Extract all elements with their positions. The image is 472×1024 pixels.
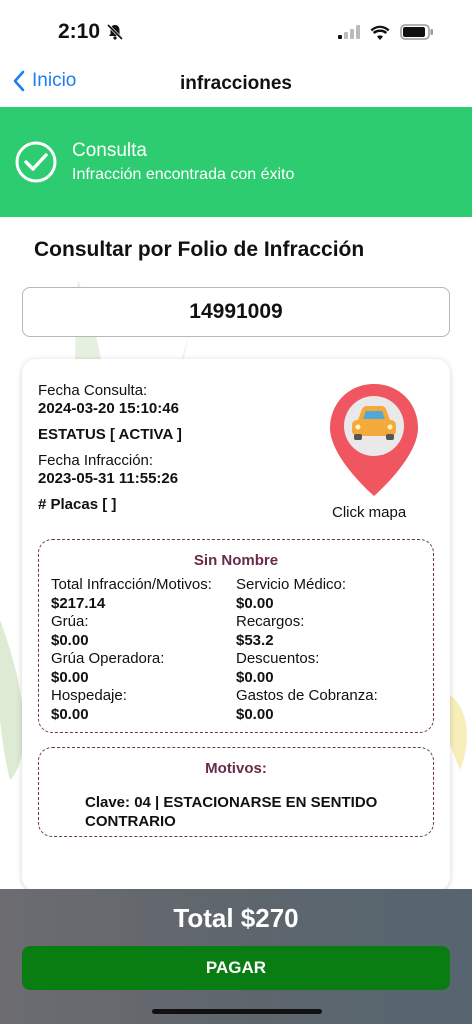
summary-value: $0.00 (51, 705, 89, 723)
summary-item: Recargos: $53.2 (236, 613, 421, 650)
banner-texts: Consulta Infracción encontrada con éxito (72, 140, 294, 184)
summary-box: Sin Nombre Total Infracción/Motivos: $217… (38, 539, 434, 733)
fecha-consulta-value: 2024-03-20 15:10:46 (38, 400, 179, 417)
summary-item: Descuentos: $0.00 (236, 650, 421, 687)
infraction-card: Fecha Consulta: 2024-03-20 15:10:46 ESTA… (22, 359, 450, 891)
summary-label: Recargos: (236, 613, 305, 630)
summary-item: Grúa: $0.00 (51, 613, 236, 650)
status-time-group: 2:10 (58, 20, 124, 44)
status-badge: ESTATUS [ ACTIVA ] (38, 426, 182, 443)
placas-value: # Placas [ ] (38, 496, 117, 513)
summary-item: Total Infracción/Motivos: $217.14 (51, 576, 236, 613)
infraction-details: Fecha Consulta: 2024-03-20 15:10:46 ESTA… (38, 382, 182, 514)
map-link[interactable]: Click mapa (332, 504, 406, 521)
status-bar: 2:10 (0, 0, 472, 64)
summary-label: Grúa: (51, 613, 89, 630)
summary-label: Descuentos: (236, 650, 320, 667)
summary-label: Grúa Operadora: (51, 650, 165, 667)
summary-value: $0.00 (236, 668, 274, 686)
wifi-icon (370, 25, 390, 40)
folio-input[interactable]: 14991009 (22, 287, 450, 337)
motivos-box: Motivos: Clave: 04 | ESTACIONARSE EN SEN… (38, 747, 434, 837)
status-icons (338, 24, 434, 40)
motivo-text: Clave: 04 | ESTACIONARSE EN SENTIDO CONT… (85, 794, 378, 830)
summary-item: Hospedaje: $0.00 (51, 687, 236, 724)
battery-icon (400, 24, 433, 40)
pay-button[interactable]: PAGAR (22, 946, 450, 990)
back-label: Inicio (32, 70, 77, 91)
summary-label: Servicio Médico: (236, 576, 347, 593)
summary-value: $0.00 (51, 631, 89, 649)
summary-grid: Total Infracción/Motivos: $217.14 Servici… (51, 576, 421, 724)
motivos-title: Motivos: (205, 760, 267, 777)
banner-subtitle: Infracción encontrada con éxito (72, 166, 295, 183)
payment-footer: Total $270 PAGAR (0, 889, 472, 1024)
summary-value: $0.00 (236, 705, 274, 723)
total-amount: Total $270 (173, 903, 299, 933)
summary-value: $0.00 (51, 668, 89, 686)
summary-label: Gastos de Cobranza: (236, 687, 378, 704)
fecha-infraccion-value: 2023-05-31 11:55:26 (38, 470, 179, 487)
fecha-infraccion-label: Fecha Infracción: (38, 452, 154, 469)
signal-icon (338, 25, 360, 39)
check-circle-icon (15, 141, 57, 183)
summary-item: Servicio Médico: $0.00 (236, 576, 421, 613)
summary-label: Hospedaje: (51, 687, 127, 704)
search-title: Consultar por Folio de Infracción (34, 238, 365, 261)
chevron-left-icon (13, 70, 25, 92)
map-pin-car-icon[interactable] (328, 382, 420, 498)
summary-item: Grúa Operadora: $0.00 (51, 650, 236, 687)
summary-value: $53.2 (236, 631, 274, 649)
status-time: 2:10 (58, 20, 101, 43)
bell-off-icon (106, 23, 124, 41)
banner-title: Consulta (72, 140, 147, 161)
back-button[interactable]: Inicio (12, 70, 76, 92)
summary-value: $217.14 (51, 594, 106, 612)
navigation-bar: Inicio infracciones (0, 64, 472, 104)
summary-item: Gastos de Cobranza: $0.00 (236, 687, 421, 724)
page-title: infracciones (180, 73, 292, 94)
fecha-consulta-label: Fecha Consulta: (38, 382, 148, 399)
summary-title: Sin Nombre (193, 552, 279, 569)
home-indicator (152, 1009, 322, 1014)
summary-value: $0.00 (236, 594, 274, 612)
success-banner: Consulta Infracción encontrada con éxito (0, 107, 472, 217)
summary-label: Total Infracción/Motivos: (51, 576, 212, 593)
